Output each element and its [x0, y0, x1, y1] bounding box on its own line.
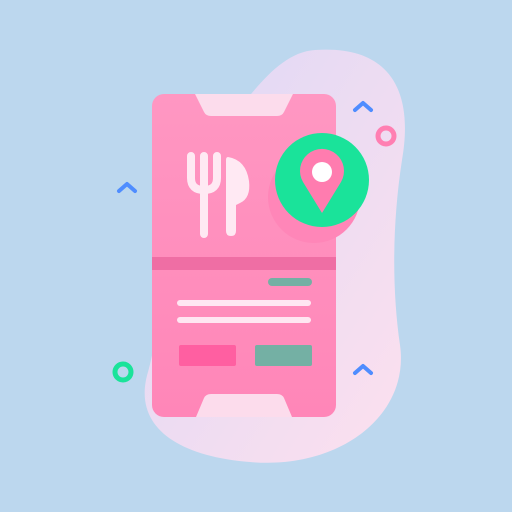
text-line-1: [177, 300, 311, 306]
heading-line: [268, 278, 312, 286]
phone-top-notch: [195, 94, 293, 116]
pin-dot: [312, 162, 332, 182]
phone-bottom-notch: [196, 394, 292, 417]
phone-divider: [152, 257, 336, 270]
restaurant-app-illustration: [0, 0, 512, 512]
location-pin-icon: [275, 133, 369, 227]
teal-button: [255, 345, 312, 366]
illustration-svg: [0, 0, 512, 512]
text-line-2: [177, 317, 311, 323]
pink-button: [179, 345, 236, 366]
